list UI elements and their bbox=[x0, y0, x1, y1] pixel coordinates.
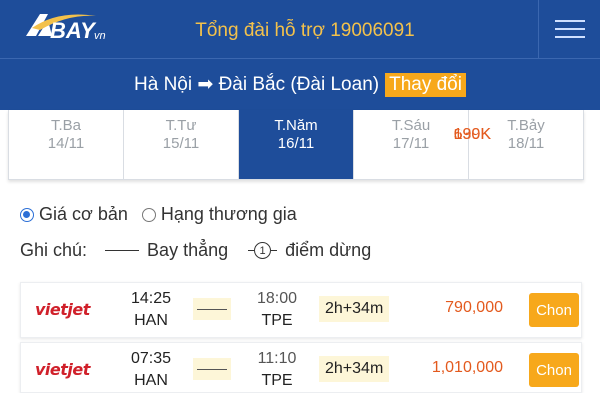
flight-duration: 2h+34m bbox=[319, 296, 390, 322]
change-route-button[interactable]: Thay đổi bbox=[385, 72, 466, 97]
legend: Ghi chú: Bay thẳng 1 điểm dừng bbox=[20, 240, 371, 261]
date-tab-price: 190K bbox=[453, 126, 491, 143]
direct-flight-line-icon bbox=[193, 358, 231, 380]
legend-stop-label: điểm dừng bbox=[285, 240, 372, 260]
date-tab-18-11[interactable]: T.Bảy 18/11 190K bbox=[454, 110, 583, 179]
departure-code: HAN bbox=[134, 372, 168, 389]
menu-bar bbox=[554, 20, 585, 22]
date-tab-day: T.Năm bbox=[274, 117, 318, 134]
route-bar: Hà Nội ➡ Đài Bắc (Đài Loan) Thay đổi bbox=[0, 58, 600, 110]
date-tab-day: T.Tư bbox=[165, 117, 197, 134]
top-header: BAY vn Tổng đài hỗ trợ 19006091 bbox=[0, 0, 600, 58]
date-tab-14-11[interactable]: T.Ba 14/11 639K bbox=[9, 110, 491, 179]
departure-time: 14:25 bbox=[130, 290, 172, 307]
arrival-time: 18:00 bbox=[256, 290, 298, 307]
fare-class-selector: Giá cơ bản Hạng thương gia bbox=[20, 204, 311, 225]
date-tab-16-11[interactable]: T.Năm 16/11 790K bbox=[239, 110, 491, 179]
fare-basic-option[interactable]: Giá cơ bản bbox=[20, 204, 128, 225]
arrival: 11:10 TPE bbox=[249, 348, 305, 392]
date-tab-date: 14/11 bbox=[47, 135, 85, 152]
arrival: 18:00 TPE bbox=[249, 288, 305, 332]
arrival-code: TPE bbox=[261, 312, 293, 329]
vietjet-logo: vietjet bbox=[35, 300, 90, 319]
stopover-segment bbox=[271, 250, 278, 251]
date-tab-date: 18/11 bbox=[507, 135, 545, 152]
hamburger-menu-icon[interactable] bbox=[538, 0, 600, 58]
arrival-code: TPE bbox=[261, 372, 293, 389]
fare-business-radio[interactable] bbox=[141, 207, 156, 222]
svg-text:vn: vn bbox=[94, 30, 106, 42]
date-tab-date: 15/11 bbox=[162, 135, 200, 152]
menu-bar bbox=[554, 36, 585, 38]
departure: 07:35 HAN bbox=[121, 348, 181, 392]
direct-flight-line-icon bbox=[193, 298, 231, 320]
flight-price: 1,010,000 bbox=[431, 359, 503, 376]
stopover-count: 1 bbox=[254, 242, 272, 259]
flight-price: 790,000 bbox=[445, 299, 503, 316]
choose-flight-button[interactable]: Chon bbox=[529, 293, 579, 327]
flight-row[interactable]: vietjet 07:35 HAN 11:10 TPE 2h+34m 1,010… bbox=[20, 342, 582, 393]
choose-flight-button[interactable]: Chon bbox=[529, 353, 579, 387]
arrival-time: 11:10 bbox=[257, 350, 297, 367]
stopover-icon: 1 bbox=[248, 242, 278, 259]
fare-business-label: Hạng thương gia bbox=[160, 204, 297, 224]
support-hotline[interactable]: Tổng đài hỗ trợ 19006091 bbox=[150, 20, 460, 42]
direct-flight-line-icon bbox=[105, 250, 140, 251]
date-selector: T.Ba 14/11 639K T.Tư 15/11 590K T.Năm 16… bbox=[8, 110, 584, 180]
flight-row[interactable]: vietjet 14:25 HAN 18:00 TPE 2h+34m 790,0… bbox=[20, 282, 582, 338]
date-tab-day: T.Ba bbox=[50, 117, 81, 134]
date-tab-day: T.Bảy bbox=[507, 117, 545, 134]
legend-direct-label: Bay thẳng bbox=[147, 240, 229, 260]
page: BAY vn Tổng đài hỗ trợ 19006091 Hà Nội ➡… bbox=[0, 0, 600, 393]
vietjet-logo: vietjet bbox=[35, 360, 90, 379]
departure-code: HAN bbox=[134, 312, 168, 329]
flight-duration: 2h+34m bbox=[319, 356, 390, 382]
route-text: Hà Nội ➡ Đài Bắc (Đài Loan) bbox=[134, 74, 380, 95]
date-tab-15-11[interactable]: T.Tư 15/11 590K bbox=[124, 110, 491, 179]
fare-business-option[interactable]: Hạng thương gia bbox=[141, 204, 297, 225]
fare-basic-label: Giá cơ bản bbox=[39, 204, 128, 224]
date-tab-date: 16/11 bbox=[277, 135, 315, 152]
departure-time: 07:35 bbox=[130, 350, 172, 367]
legend-label: Ghi chú: bbox=[20, 240, 88, 260]
date-tab-17-11[interactable]: T.Sáu 17/11 bbox=[354, 110, 469, 179]
fare-basic-radio[interactable] bbox=[20, 207, 34, 222]
abay-logo[interactable]: BAY vn bbox=[18, 8, 118, 48]
departure: 14:25 HAN bbox=[121, 288, 181, 332]
menu-bar bbox=[554, 28, 585, 30]
svg-text:BAY: BAY bbox=[50, 18, 97, 43]
